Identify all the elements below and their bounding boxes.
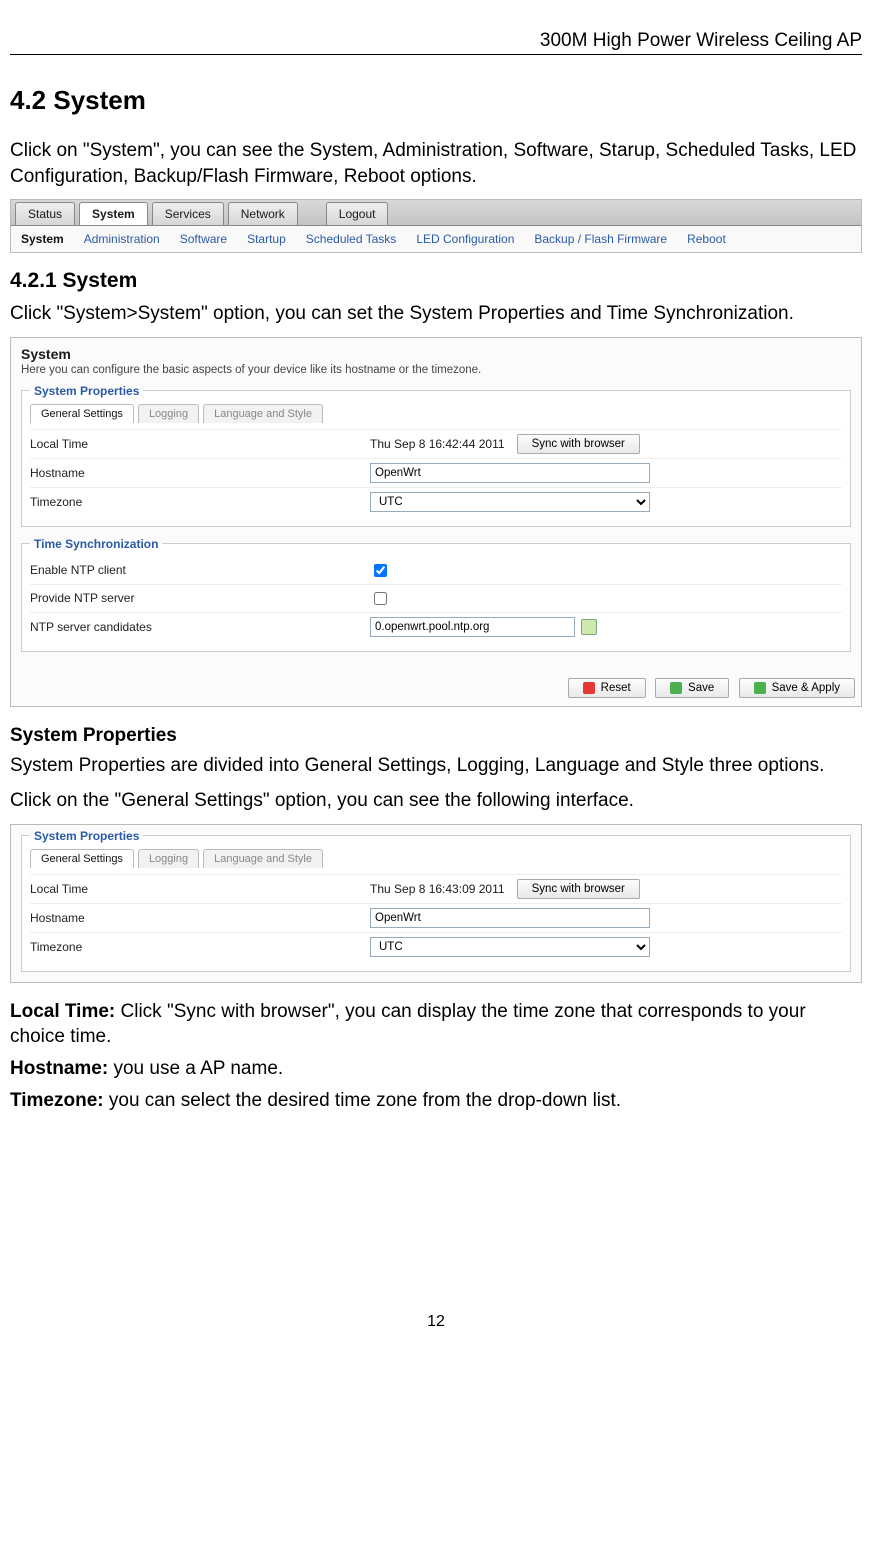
label-localtime-2: Local Time <box>30 882 370 896</box>
minitab-logging-2[interactable]: Logging <box>138 849 199 868</box>
save-apply-button[interactable]: Save & Apply <box>739 678 855 698</box>
page-number: 12 <box>10 1313 862 1331</box>
subtab-administration[interactable]: Administration <box>84 232 160 246</box>
main-tab-bar: Status System Services Network Logout <box>11 200 861 226</box>
apply-icon <box>754 682 766 694</box>
subsection-heading: 4.2.1 System <box>10 269 862 293</box>
label-hostname: Hostname <box>30 466 370 480</box>
minitab-general-2[interactable]: General Settings <box>30 849 134 868</box>
system-properties-legend: System Properties <box>30 384 143 398</box>
minitab-logging[interactable]: Logging <box>138 404 199 423</box>
value-localtime-2: Thu Sep 8 16:43:09 2011 <box>370 882 505 896</box>
localtime-explain: Local Time: Click "Sync with browser", y… <box>10 999 862 1050</box>
time-sync-box: Time Synchronization Enable NTP client P… <box>21 537 851 652</box>
hostname-input[interactable] <box>370 463 650 483</box>
enable-ntp-checkbox[interactable] <box>374 564 387 577</box>
label-enable-ntp: Enable NTP client <box>30 563 370 577</box>
label-timezone-2: Timezone <box>30 940 370 954</box>
subtab-led-configuration[interactable]: LED Configuration <box>416 232 514 246</box>
page-header: 300M High Power Wireless Ceiling AP <box>10 30 862 55</box>
value-localtime: Thu Sep 8 16:42:44 2011 <box>370 437 505 451</box>
sub-tab-bar: System Administration Software Startup S… <box>11 226 861 252</box>
time-sync-legend: Time Synchronization <box>30 537 162 551</box>
section-intro: Click on "System", you can see the Syste… <box>10 138 862 189</box>
subtab-backup-flash[interactable]: Backup / Flash Firmware <box>534 232 667 246</box>
tab-system[interactable]: System <box>79 202 148 225</box>
tab-status[interactable]: Status <box>15 202 75 225</box>
system-properties-box: System Properties General Settings Loggi… <box>21 384 851 527</box>
system-properties-legend-2: System Properties <box>30 829 143 843</box>
subtab-reboot[interactable]: Reboot <box>687 232 726 246</box>
screenshot-sysprops-only: System Properties General Settings Loggi… <box>10 824 862 983</box>
label-localtime: Local Time <box>30 437 370 451</box>
label-ntp-candidates: NTP server candidates <box>30 620 370 634</box>
sp-click-text: Click on the "General Settings" option, … <box>10 788 862 814</box>
sync-with-browser-button[interactable]: Sync with browser <box>517 434 640 454</box>
button-bar: Reset Save Save & Apply <box>11 672 861 706</box>
label-provide-ntp: Provide NTP server <box>30 591 370 605</box>
subtab-software[interactable]: Software <box>180 232 227 246</box>
timezone-select[interactable]: UTC <box>370 492 650 512</box>
label-hostname-2: Hostname <box>30 911 370 925</box>
panel-desc: Here you can configure the basic aspects… <box>21 364 851 376</box>
sp-desc-text: System Properties are divided into Gener… <box>10 753 862 779</box>
panel-title: System <box>21 346 851 362</box>
timezone-explain: Timezone: you can select the desired tim… <box>10 1088 862 1114</box>
subsection-intro: Click "System>System" option, you can se… <box>10 301 862 327</box>
label-timezone: Timezone <box>30 495 370 509</box>
sp-title-text: System Properties <box>10 723 862 749</box>
reset-icon <box>583 682 595 694</box>
add-icon[interactable] <box>581 619 597 635</box>
minitab-general[interactable]: General Settings <box>30 404 134 423</box>
tab-logout[interactable]: Logout <box>326 202 389 225</box>
timezone-select-2[interactable]: UTC <box>370 937 650 957</box>
provide-ntp-checkbox[interactable] <box>374 592 387 605</box>
minitab-language[interactable]: Language and Style <box>203 404 323 423</box>
save-button[interactable]: Save <box>655 678 729 698</box>
ntp-candidate-input[interactable] <box>370 617 575 637</box>
hostname-explain: Hostname: you use a AP name. <box>10 1056 862 1082</box>
hostname-input-2[interactable] <box>370 908 650 928</box>
screenshot-system-panel: System Here you can configure the basic … <box>10 337 862 707</box>
tab-services[interactable]: Services <box>152 202 224 225</box>
tab-network[interactable]: Network <box>228 202 298 225</box>
subtab-system[interactable]: System <box>21 232 64 246</box>
subtab-startup[interactable]: Startup <box>247 232 286 246</box>
minitab-language-2[interactable]: Language and Style <box>203 849 323 868</box>
reset-button[interactable]: Reset <box>568 678 646 698</box>
subtab-scheduled-tasks[interactable]: Scheduled Tasks <box>306 232 397 246</box>
section-heading: 4.2 System <box>10 85 862 116</box>
sync-with-browser-button-2[interactable]: Sync with browser <box>517 879 640 899</box>
system-properties-box-2: System Properties General Settings Loggi… <box>21 829 851 972</box>
save-icon <box>670 682 682 694</box>
screenshot-tabs: Status System Services Network Logout Sy… <box>10 199 862 253</box>
